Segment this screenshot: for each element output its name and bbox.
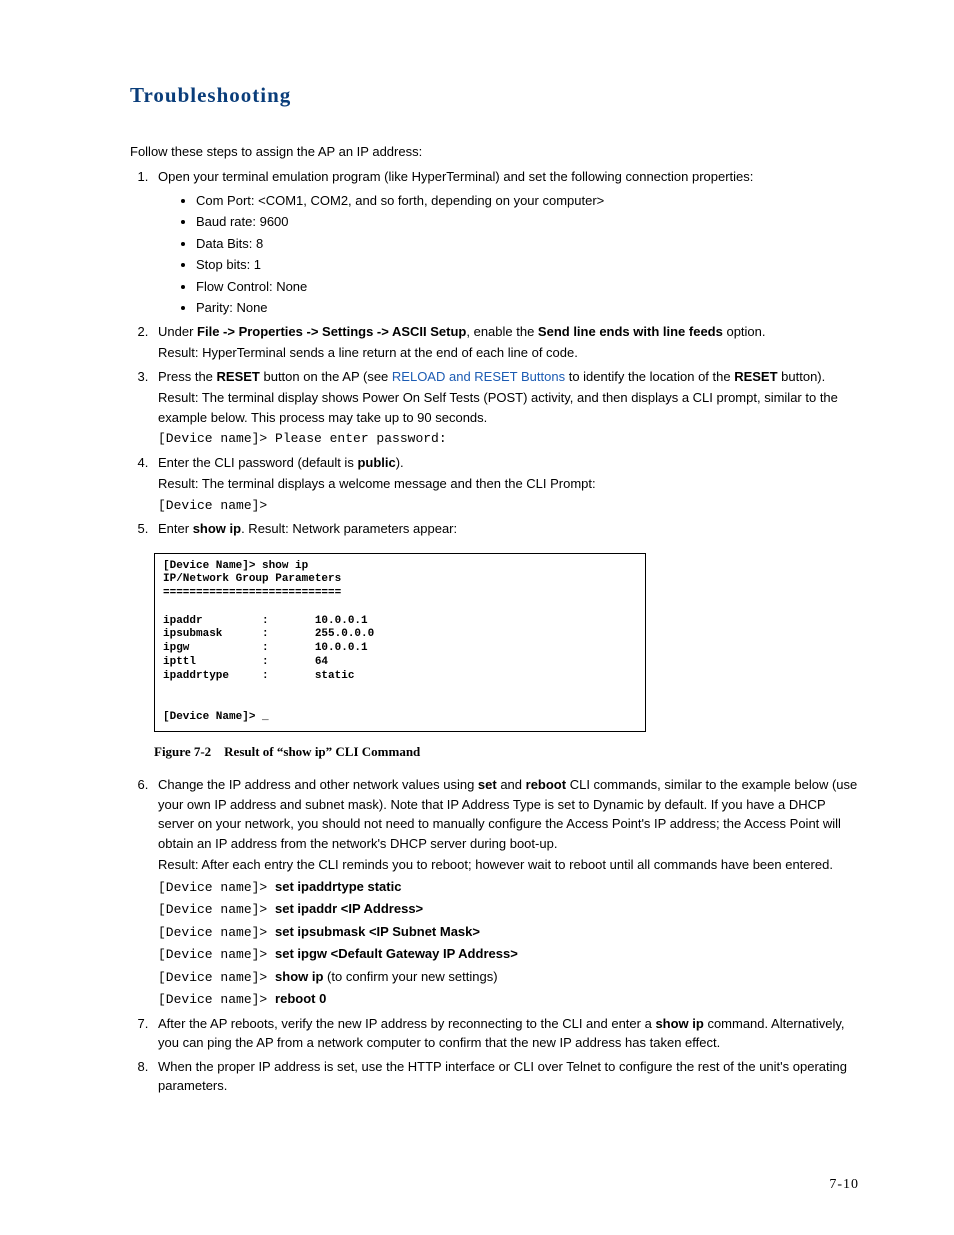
text-bold: File -> Properties -> Settings -> ASCII …	[197, 324, 466, 339]
cli-command: [Device name]> set ipaddrtype static	[158, 877, 859, 898]
list-item: Baud rate: 9600	[196, 212, 859, 232]
step1-bullets: Com Port: <COM1, COM2, and so forth, dep…	[158, 191, 859, 318]
step-7: After the AP reboots, verify the new IP …	[152, 1014, 859, 1053]
cli-command: [Device name]> set ipgw <Default Gateway…	[158, 944, 859, 965]
figure-label: Figure 7-2	[154, 744, 211, 759]
text-bold: reboot	[526, 777, 566, 792]
text-bold: Send line ends with line feeds	[538, 324, 723, 339]
cli-output: [Device name]> Please enter password:	[158, 429, 859, 449]
steps-list: Open your terminal emulation program (li…	[130, 167, 859, 539]
list-item: Data Bits: 8	[196, 234, 859, 254]
figure-caption: Figure 7-2 Result of “show ip” CLI Comma…	[154, 742, 859, 762]
text: Change the IP address and other network …	[158, 777, 478, 792]
reload-reset-link[interactable]: RELOAD and RESET Buttons	[392, 369, 565, 384]
text: After the AP reboots, verify the new IP …	[158, 1016, 655, 1031]
step3-result: Result: The terminal display shows Power…	[158, 388, 859, 427]
list-item: Com Port: <COM1, COM2, and so forth, dep…	[196, 191, 859, 211]
step-8: When the proper IP address is set, use t…	[152, 1057, 859, 1096]
text: Enter the CLI password (default is	[158, 455, 357, 470]
step-1: Open your terminal emulation program (li…	[152, 167, 859, 318]
text: Press the	[158, 369, 217, 384]
cli-command: [Device name]> reboot 0	[158, 989, 859, 1010]
cli-command: [Device name]> set ipsubmask <IP Subnet …	[158, 922, 859, 943]
text-bold: RESET	[217, 369, 260, 384]
text: . Result: Network parameters appear:	[241, 521, 457, 536]
text: button on the AP (see	[260, 369, 392, 384]
cli-screenshot-content: [Device Name]> show ip IP/Network Group …	[155, 554, 645, 731]
text: ).	[396, 455, 404, 470]
text-bold: set	[478, 777, 497, 792]
step6-result: Result: After each entry the CLI reminds…	[158, 855, 859, 875]
text-bold: show ip	[655, 1016, 703, 1031]
list-item: Flow Control: None	[196, 277, 859, 297]
step4-result: Result: The terminal displays a welcome …	[158, 474, 859, 494]
page-number: 7-10	[829, 1174, 859, 1195]
figure-title: Result of “show ip” CLI Command	[224, 744, 420, 759]
step2-result: Result: HyperTerminal sends a line retur…	[158, 343, 859, 363]
cli-command: [Device name]> show ip (to confirm your …	[158, 967, 859, 988]
step-2: Under File -> Properties -> Settings -> …	[152, 322, 859, 363]
step-3: Press the RESET button on the AP (see RE…	[152, 367, 859, 449]
list-item: Parity: None	[196, 298, 859, 318]
text: to identify the location of the	[565, 369, 734, 384]
text: Under	[158, 324, 197, 339]
cli-screenshot: [Device Name]> show ip IP/Network Group …	[154, 553, 646, 732]
text: , enable the	[466, 324, 538, 339]
text-bold: RESET	[734, 369, 777, 384]
text-bold: public	[357, 455, 395, 470]
text: and	[497, 777, 526, 792]
cli-command: [Device name]> set ipaddr <IP Address>	[158, 899, 859, 920]
text: option.	[723, 324, 766, 339]
steps-list-cont: Change the IP address and other network …	[130, 775, 859, 1096]
text: Enter	[158, 521, 193, 536]
text-bold: show ip	[193, 521, 241, 536]
step-6: Change the IP address and other network …	[152, 775, 859, 1010]
list-item: Stop bits: 1	[196, 255, 859, 275]
page-heading: Troubleshooting	[130, 80, 859, 112]
intro-text: Follow these steps to assign the AP an I…	[130, 142, 859, 162]
step1-text: Open your terminal emulation program (li…	[158, 169, 753, 184]
step-5: Enter show ip. Result: Network parameter…	[152, 519, 859, 539]
cli-output: [Device name]>	[158, 496, 859, 516]
step-4: Enter the CLI password (default is publi…	[152, 453, 859, 516]
text: button).	[778, 369, 826, 384]
